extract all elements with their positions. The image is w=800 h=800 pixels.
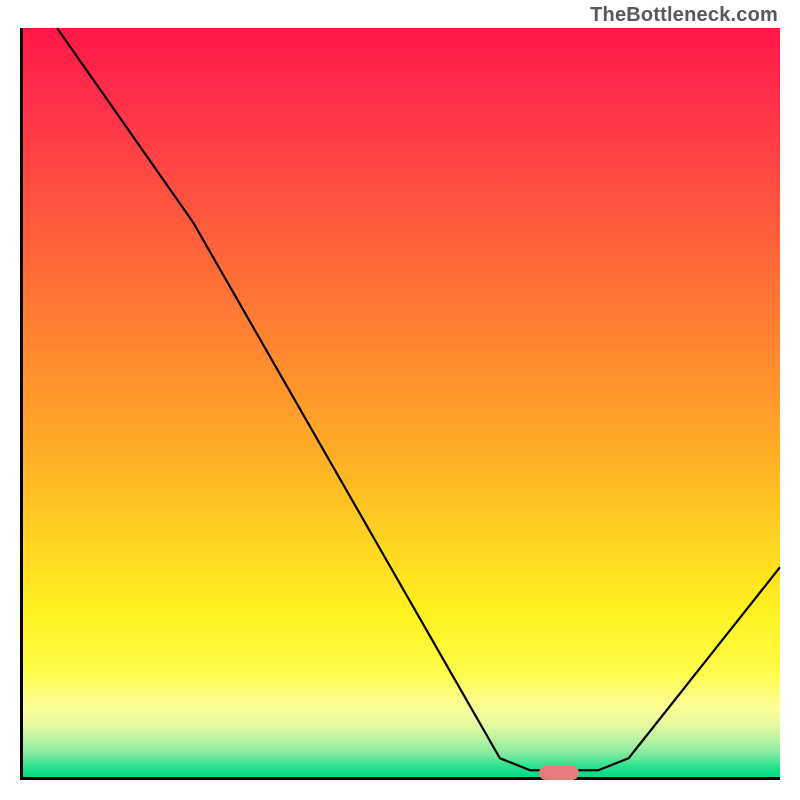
chart-container: TheBottleneck.com bbox=[0, 0, 800, 800]
curve-layer bbox=[23, 28, 780, 777]
bottleneck-curve bbox=[57, 28, 780, 770]
watermark-text: TheBottleneck.com bbox=[590, 4, 778, 27]
plot-area bbox=[20, 28, 780, 780]
optimal-marker bbox=[539, 766, 579, 780]
